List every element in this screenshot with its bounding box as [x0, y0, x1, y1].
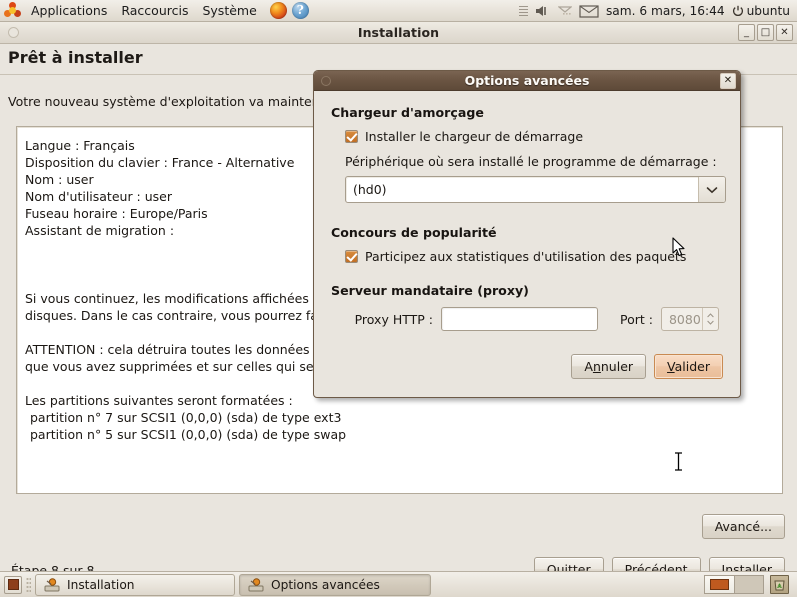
partition-line: partition n° 5 sur SCSI1 (0,0,0) (sda) d…: [30, 427, 347, 442]
taskbar-item-installation[interactable]: Installation: [35, 573, 235, 596]
cancel-accel: n: [592, 359, 601, 374]
taskbar-label: Options avancées: [271, 577, 380, 592]
menu-list-icon: [518, 5, 528, 16]
proxy-heading: Serveur mandataire (proxy): [331, 283, 529, 298]
cancel-suffix: nuler: [600, 359, 634, 374]
validate-accel: V: [667, 359, 675, 374]
bootloader-heading: Chargeur d'amorçage: [331, 105, 484, 120]
dialog-titlebar[interactable]: Options avancées ✕: [314, 71, 740, 91]
advanced-button[interactable]: Avancé...: [701, 514, 785, 539]
dialog-buttons: Annuler Valider: [571, 354, 723, 379]
partition-line: partition n° 7 sur SCSI1 (0,0,0) (sda) d…: [30, 410, 342, 425]
maximize-button[interactable]: □: [757, 24, 774, 41]
network-icon[interactable]: [557, 4, 572, 18]
advanced-options-dialog: Options avancées ✕ Chargeur d'amorçage I…: [313, 70, 741, 398]
spinner-arrows-icon[interactable]: [701, 308, 718, 330]
bootloader-device-combobox[interactable]: (hd0): [345, 176, 726, 203]
proxy-port-value: 8080: [668, 311, 701, 327]
help-icon[interactable]: ?: [291, 2, 309, 19]
taskbar-item-options-avancees[interactable]: Options avancées: [239, 573, 431, 596]
proxy-http-label: Proxy HTTP :: [354, 311, 433, 327]
menu-systeme[interactable]: Système: [195, 1, 263, 21]
workspace-switcher[interactable]: [704, 575, 764, 594]
page-title: Prêt à installer: [8, 48, 143, 67]
install-bootloader-label: Installer le chargeur de démarrage: [365, 129, 584, 144]
workspace-2[interactable]: [734, 576, 763, 593]
workspace-1[interactable]: [705, 576, 734, 593]
window-title: Installation: [357, 25, 440, 40]
close-button[interactable]: ✕: [776, 24, 793, 41]
install-bootloader-checkbox[interactable]: [345, 130, 358, 143]
bootloader-device-label: Périphérique où sera installé le program…: [345, 154, 717, 169]
popcon-label: Participez aux statistiques d'utilisatio…: [365, 249, 687, 264]
validate-button[interactable]: Valider: [654, 354, 723, 379]
installer-window-icon: [44, 577, 60, 592]
firefox-icon[interactable]: [269, 2, 287, 19]
mail-icon[interactable]: [579, 4, 599, 18]
window-controls: _ □ ✕: [738, 24, 793, 41]
window-menu-icon[interactable]: [8, 27, 19, 38]
minimize-button[interactable]: _: [738, 24, 755, 41]
bottom-panel: Installation Options avancées: [0, 571, 797, 597]
user-label: ubuntu: [746, 3, 790, 18]
user-menu[interactable]: ubuntu: [732, 4, 790, 18]
proxy-http-input[interactable]: [441, 307, 598, 331]
dialog-menu-icon[interactable]: [321, 76, 331, 86]
clock[interactable]: sam. 6 mars, 16:44: [606, 4, 725, 18]
menu-raccourcis[interactable]: Raccourcis: [114, 1, 195, 21]
cancel-prefix: A: [584, 359, 593, 374]
proxy-port-label: Port :: [620, 311, 653, 327]
system-tray: sam. 6 mars, 16:44 ubuntu: [518, 4, 797, 18]
proxy-row: Proxy HTTP : Port : 8080: [345, 307, 723, 331]
cancel-button[interactable]: Annuler: [571, 354, 647, 379]
panel-grip[interactable]: [26, 576, 31, 593]
bootloader-device-value: (hd0): [353, 182, 387, 197]
ubuntu-logo-icon[interactable]: [4, 1, 22, 20]
proxy-port-spinner[interactable]: 8080: [660, 307, 719, 331]
taskbar-label: Installation: [67, 577, 135, 592]
chevron-down-icon[interactable]: [698, 177, 725, 202]
dialog-close-button[interactable]: ✕: [720, 73, 736, 89]
popcon-heading: Concours de popularité: [331, 225, 497, 240]
popcon-checkbox-row[interactable]: Participez aux statistiques d'utilisatio…: [345, 249, 723, 264]
power-icon: [732, 5, 743, 16]
mouse-cursor: [672, 237, 685, 257]
dialog-window-icon: [248, 577, 264, 592]
bottom-panel-right: [704, 575, 793, 594]
trash-icon[interactable]: [770, 575, 789, 594]
text-ibeam-cursor: [675, 452, 682, 471]
dialog-title: Options avancées: [464, 73, 590, 88]
main-titlebar[interactable]: Installation _ □ ✕: [0, 22, 797, 44]
popcon-checkbox[interactable]: [345, 250, 358, 263]
top-panel: Applications Raccourcis Système ? sam. 6…: [0, 0, 797, 22]
install-bootloader-checkbox-row[interactable]: Installer le chargeur de démarrage: [345, 129, 723, 144]
show-desktop-button[interactable]: [4, 575, 22, 594]
volume-icon[interactable]: [535, 4, 551, 18]
validate-suffix: alider: [674, 359, 710, 374]
menu-applications[interactable]: Applications: [24, 1, 114, 21]
